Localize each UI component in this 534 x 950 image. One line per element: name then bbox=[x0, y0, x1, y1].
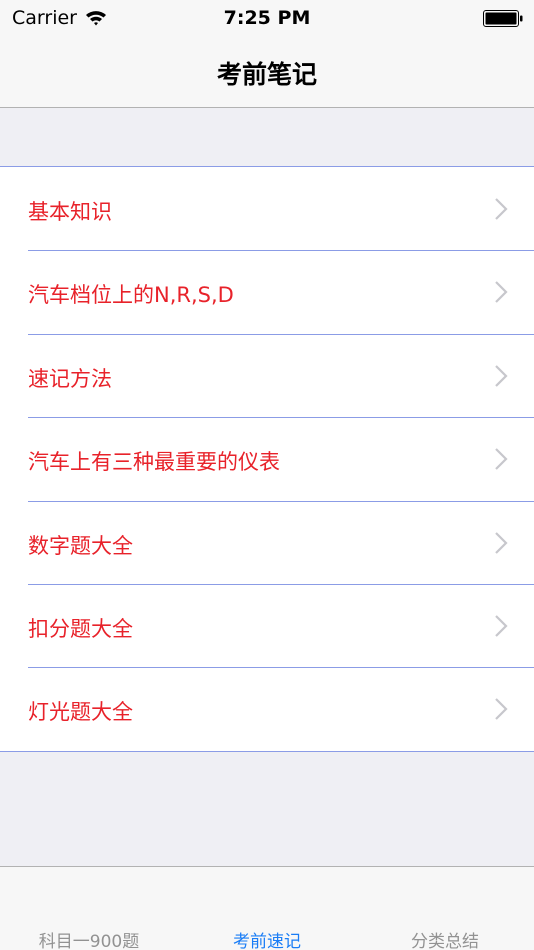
list-item-label: 灯光题大全 bbox=[28, 700, 133, 725]
tab-category-summary[interactable]: 分类总结 bbox=[356, 927, 534, 950]
list-item-penalty-questions[interactable]: 扣分题大全 bbox=[0, 583, 534, 667]
status-bar: Carrier 7:25 PM bbox=[0, 0, 534, 40]
list-item-label: 汽车上有三种最重要的仪表 bbox=[28, 450, 280, 475]
list-item-label: 扣分题大全 bbox=[28, 616, 133, 641]
list-item-label: 汽车档位上的N,R,S,D bbox=[28, 283, 234, 308]
status-time: 7:25 PM bbox=[223, 7, 311, 29]
list-item-label: 数字题大全 bbox=[28, 533, 133, 558]
page-title: 考前笔记 bbox=[216, 60, 317, 89]
list-item-gear-positions[interactable]: 汽车档位上的N,R,S,D bbox=[0, 250, 534, 333]
list-item-label: 速记方法 bbox=[28, 366, 112, 391]
notes-list: 基本知识 汽车档位上的N,R,S,D 速记方法 汽车上有三种最重要的仪表 数字题… bbox=[0, 166, 534, 752]
chevron-right-icon bbox=[495, 531, 508, 554]
chevron-right-icon bbox=[495, 698, 508, 721]
list-item-number-questions[interactable]: 数字题大全 bbox=[0, 500, 534, 584]
list-item-memory-methods[interactable]: 速记方法 bbox=[0, 333, 534, 417]
chevron-right-icon bbox=[495, 448, 508, 470]
chevron-right-icon bbox=[495, 281, 508, 304]
battery-icon bbox=[483, 10, 523, 27]
chevron-right-icon bbox=[495, 615, 508, 637]
list-item-label: 基本知识 bbox=[28, 200, 112, 224]
list-item-light-questions[interactable]: 灯光题大全 bbox=[0, 667, 534, 750]
tab-bar: 科目一900题 考前速记 分类总结 bbox=[0, 866, 534, 950]
chevron-right-icon bbox=[495, 365, 508, 387]
tab-quick-notes[interactable]: 考前速记 bbox=[178, 927, 356, 950]
list-item-basic-knowledge[interactable]: 基本知识 bbox=[0, 167, 534, 250]
navigation-bar: 考前笔记 bbox=[0, 40, 534, 108]
tab-subject-one-900[interactable]: 科目一900题 bbox=[0, 927, 178, 950]
list-item-three-gauges[interactable]: 汽车上有三种最重要的仪表 bbox=[0, 417, 534, 500]
chevron-right-icon bbox=[495, 198, 508, 220]
